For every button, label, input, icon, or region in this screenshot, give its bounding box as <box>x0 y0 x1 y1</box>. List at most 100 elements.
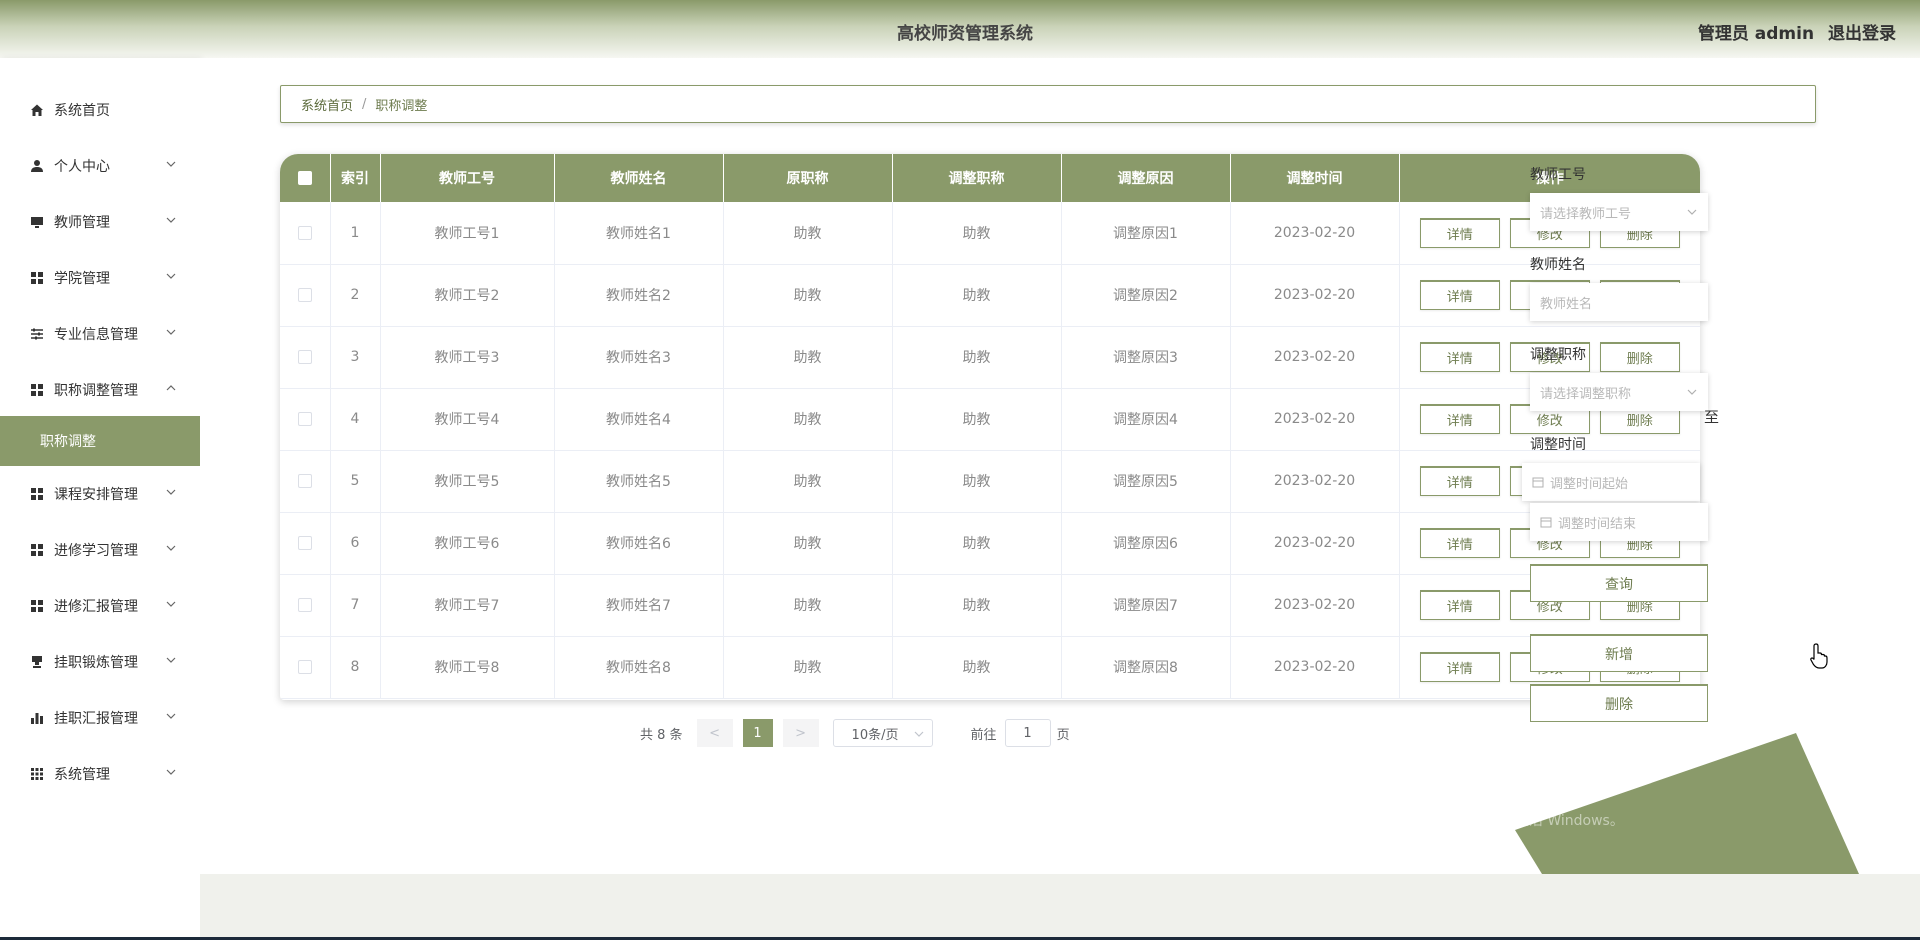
cell-date: 2023-02-20 <box>1230 326 1400 388</box>
table-row: 6 教师工号6 教师姓名6 助教 助教 调整原因6 2023-02-20 详情 修改 删除 <box>280 512 1700 574</box>
cell-index: 2 <box>330 264 381 326</box>
cell-select[interactable] <box>280 450 331 512</box>
col-reason: 调整原因 <box>1061 154 1231 202</box>
cell-index: 6 <box>330 512 381 574</box>
cell-teacher-id: 教师工号2 <box>380 264 555 326</box>
cell-orig-title: 助教 <box>723 450 893 512</box>
sidebar-item-3[interactable]: 教师管理 <box>0 194 200 250</box>
detail-button[interactable]: 详情 <box>1419 404 1500 434</box>
sidebar-item-label: 进修学习管理 <box>54 543 138 559</box>
sidebar-subitem-title-adjust[interactable]: 职称调整 <box>0 416 200 466</box>
cell-reason: 调整原因2 <box>1061 264 1231 326</box>
cell-index: 4 <box>330 388 381 450</box>
cell-orig-title: 助教 <box>723 326 893 388</box>
cell-teacher-id: 教师工号5 <box>380 450 555 512</box>
row-checkbox[interactable] <box>297 350 312 364</box>
col-new-title: 调整职称 <box>892 154 1062 202</box>
calendar-icon <box>1532 476 1544 488</box>
goto-page-input[interactable]: 1 <box>1004 719 1051 747</box>
calendar-icon <box>1540 516 1552 528</box>
date-end-input[interactable]: 调整时间结束 <box>1530 503 1708 541</box>
sidebar-item-8[interactable]: 进修学习管理 <box>0 522 200 578</box>
page-size-select[interactable]: 10条/页 <box>832 719 933 747</box>
prev-page-button[interactable]: < <box>696 719 733 747</box>
row-checkbox[interactable] <box>297 288 312 302</box>
query-button[interactable]: 查询 <box>1530 564 1708 602</box>
cell-date: 2023-02-20 <box>1230 264 1400 326</box>
cell-select[interactable] <box>280 326 331 388</box>
cell-index: 1 <box>330 202 381 264</box>
sidebar-item-2[interactable]: 个人中心 <box>0 138 200 194</box>
grid-icon <box>30 271 44 285</box>
detail-button[interactable]: 详情 <box>1419 466 1500 496</box>
cell-orig-title: 助教 <box>723 264 893 326</box>
page-1-button[interactable]: 1 <box>742 719 773 747</box>
person-icon <box>30 159 44 173</box>
sidebar-item-label: 挂职锻炼管理 <box>54 655 138 671</box>
cell-teacher-name: 教师姓名3 <box>554 326 724 388</box>
sidebar-item-label: 专业信息管理 <box>54 327 138 343</box>
cell-select[interactable] <box>280 636 331 698</box>
cell-select[interactable] <box>280 264 331 326</box>
cell-orig-title: 助教 <box>723 574 893 636</box>
row-checkbox[interactable] <box>297 660 312 674</box>
date-start-input[interactable]: 调整时间起始 <box>1522 463 1700 501</box>
sidebar-item-7[interactable]: 课程安排管理 <box>0 466 200 522</box>
header-select-all[interactable] <box>280 154 331 202</box>
cell-teacher-name: 教师姓名2 <box>554 264 724 326</box>
breadcrumb-home[interactable]: 系统首页 <box>301 95 353 114</box>
detail-button[interactable]: 详情 <box>1419 342 1500 372</box>
new-title-select[interactable]: 请选择调整职称 <box>1530 373 1708 411</box>
row-checkbox[interactable] <box>297 225 312 240</box>
teacher-id-label: 教师工号 <box>1530 167 1586 183</box>
teacher-name-input[interactable]: 教师姓名 <box>1530 283 1708 321</box>
sidebar-item-4[interactable]: 学院管理 <box>0 250 200 306</box>
cell-select[interactable] <box>280 512 331 574</box>
chevron-down-icon <box>914 731 923 737</box>
cell-new-title: 助教 <box>892 512 1062 574</box>
cell-index: 8 <box>330 636 381 698</box>
delete-button[interactable]: 删除 <box>1599 342 1680 372</box>
sidebar-item-1[interactable]: 系统首页 <box>0 82 200 138</box>
sidebar-item-11[interactable]: 挂职汇报管理 <box>0 690 200 746</box>
grid-icon <box>30 487 44 501</box>
sidebar-item-6[interactable]: 职称调整管理 <box>0 362 200 418</box>
new-title-placeholder: 请选择调整职称 <box>1540 386 1632 402</box>
sidebar-item-label: 挂职汇报管理 <box>54 711 138 727</box>
sidebar-item-12[interactable]: 系统管理 <box>0 746 200 802</box>
cell-reason: 调整原因7 <box>1061 574 1231 636</box>
top-header: 高校师资管理系统 管理员 admin 退出登录 <box>0 0 1920 58</box>
chevron-down-icon <box>164 213 178 227</box>
detail-button[interactable]: 详情 <box>1419 280 1500 310</box>
cell-new-title: 助教 <box>892 326 1062 388</box>
date-start-placeholder: 调整时间起始 <box>1550 476 1629 492</box>
table-row: 5教师工号5教师姓名5助教助教调整原因52023-02-20详情修改删除 <box>280 450 1700 512</box>
activation-watermark-hint: 转到"设置"以激活 Windows。 <box>1432 813 1624 829</box>
cell-select[interactable] <box>280 574 331 636</box>
select-all-checkbox[interactable] <box>297 171 312 185</box>
detail-button[interactable]: 详情 <box>1419 590 1500 620</box>
cell-teacher-id: 教师工号3 <box>380 326 555 388</box>
sidebar-item-5[interactable]: 专业信息管理 <box>0 306 200 362</box>
breadcrumb-separator: / <box>362 96 367 112</box>
cell-select[interactable] <box>280 388 331 450</box>
detail-button[interactable]: 详情 <box>1419 217 1500 248</box>
detail-button[interactable]: 详情 <box>1419 528 1500 558</box>
row-checkbox[interactable] <box>297 474 312 488</box>
logout-link[interactable]: 退出登录 <box>1828 24 1896 44</box>
sidebar-item-10[interactable]: 挂职锻炼管理 <box>0 634 200 690</box>
col-teacher-id: 教师工号 <box>380 154 555 202</box>
row-checkbox[interactable] <box>297 598 312 612</box>
next-page-button[interactable]: > <box>782 719 819 747</box>
home-icon <box>30 103 44 117</box>
row-checkbox[interactable] <box>297 536 312 550</box>
add-button[interactable]: 新增 <box>1530 634 1708 672</box>
cell-teacher-name: 教师姓名8 <box>554 636 724 698</box>
teacher-id-select[interactable]: 请选择教师工号 <box>1530 193 1708 231</box>
data-table: 索引 教师工号 教师姓名 原职称 调整职称 调整原因 调整时间 操作 1 教师工号… <box>280 154 1700 700</box>
chevron-down-icon <box>1687 389 1697 395</box>
row-checkbox[interactable] <box>297 412 312 426</box>
cell-reason: 调整原因8 <box>1061 636 1231 698</box>
sidebar-item-9[interactable]: 进修汇报管理 <box>0 578 200 634</box>
cell-select[interactable] <box>280 202 331 264</box>
